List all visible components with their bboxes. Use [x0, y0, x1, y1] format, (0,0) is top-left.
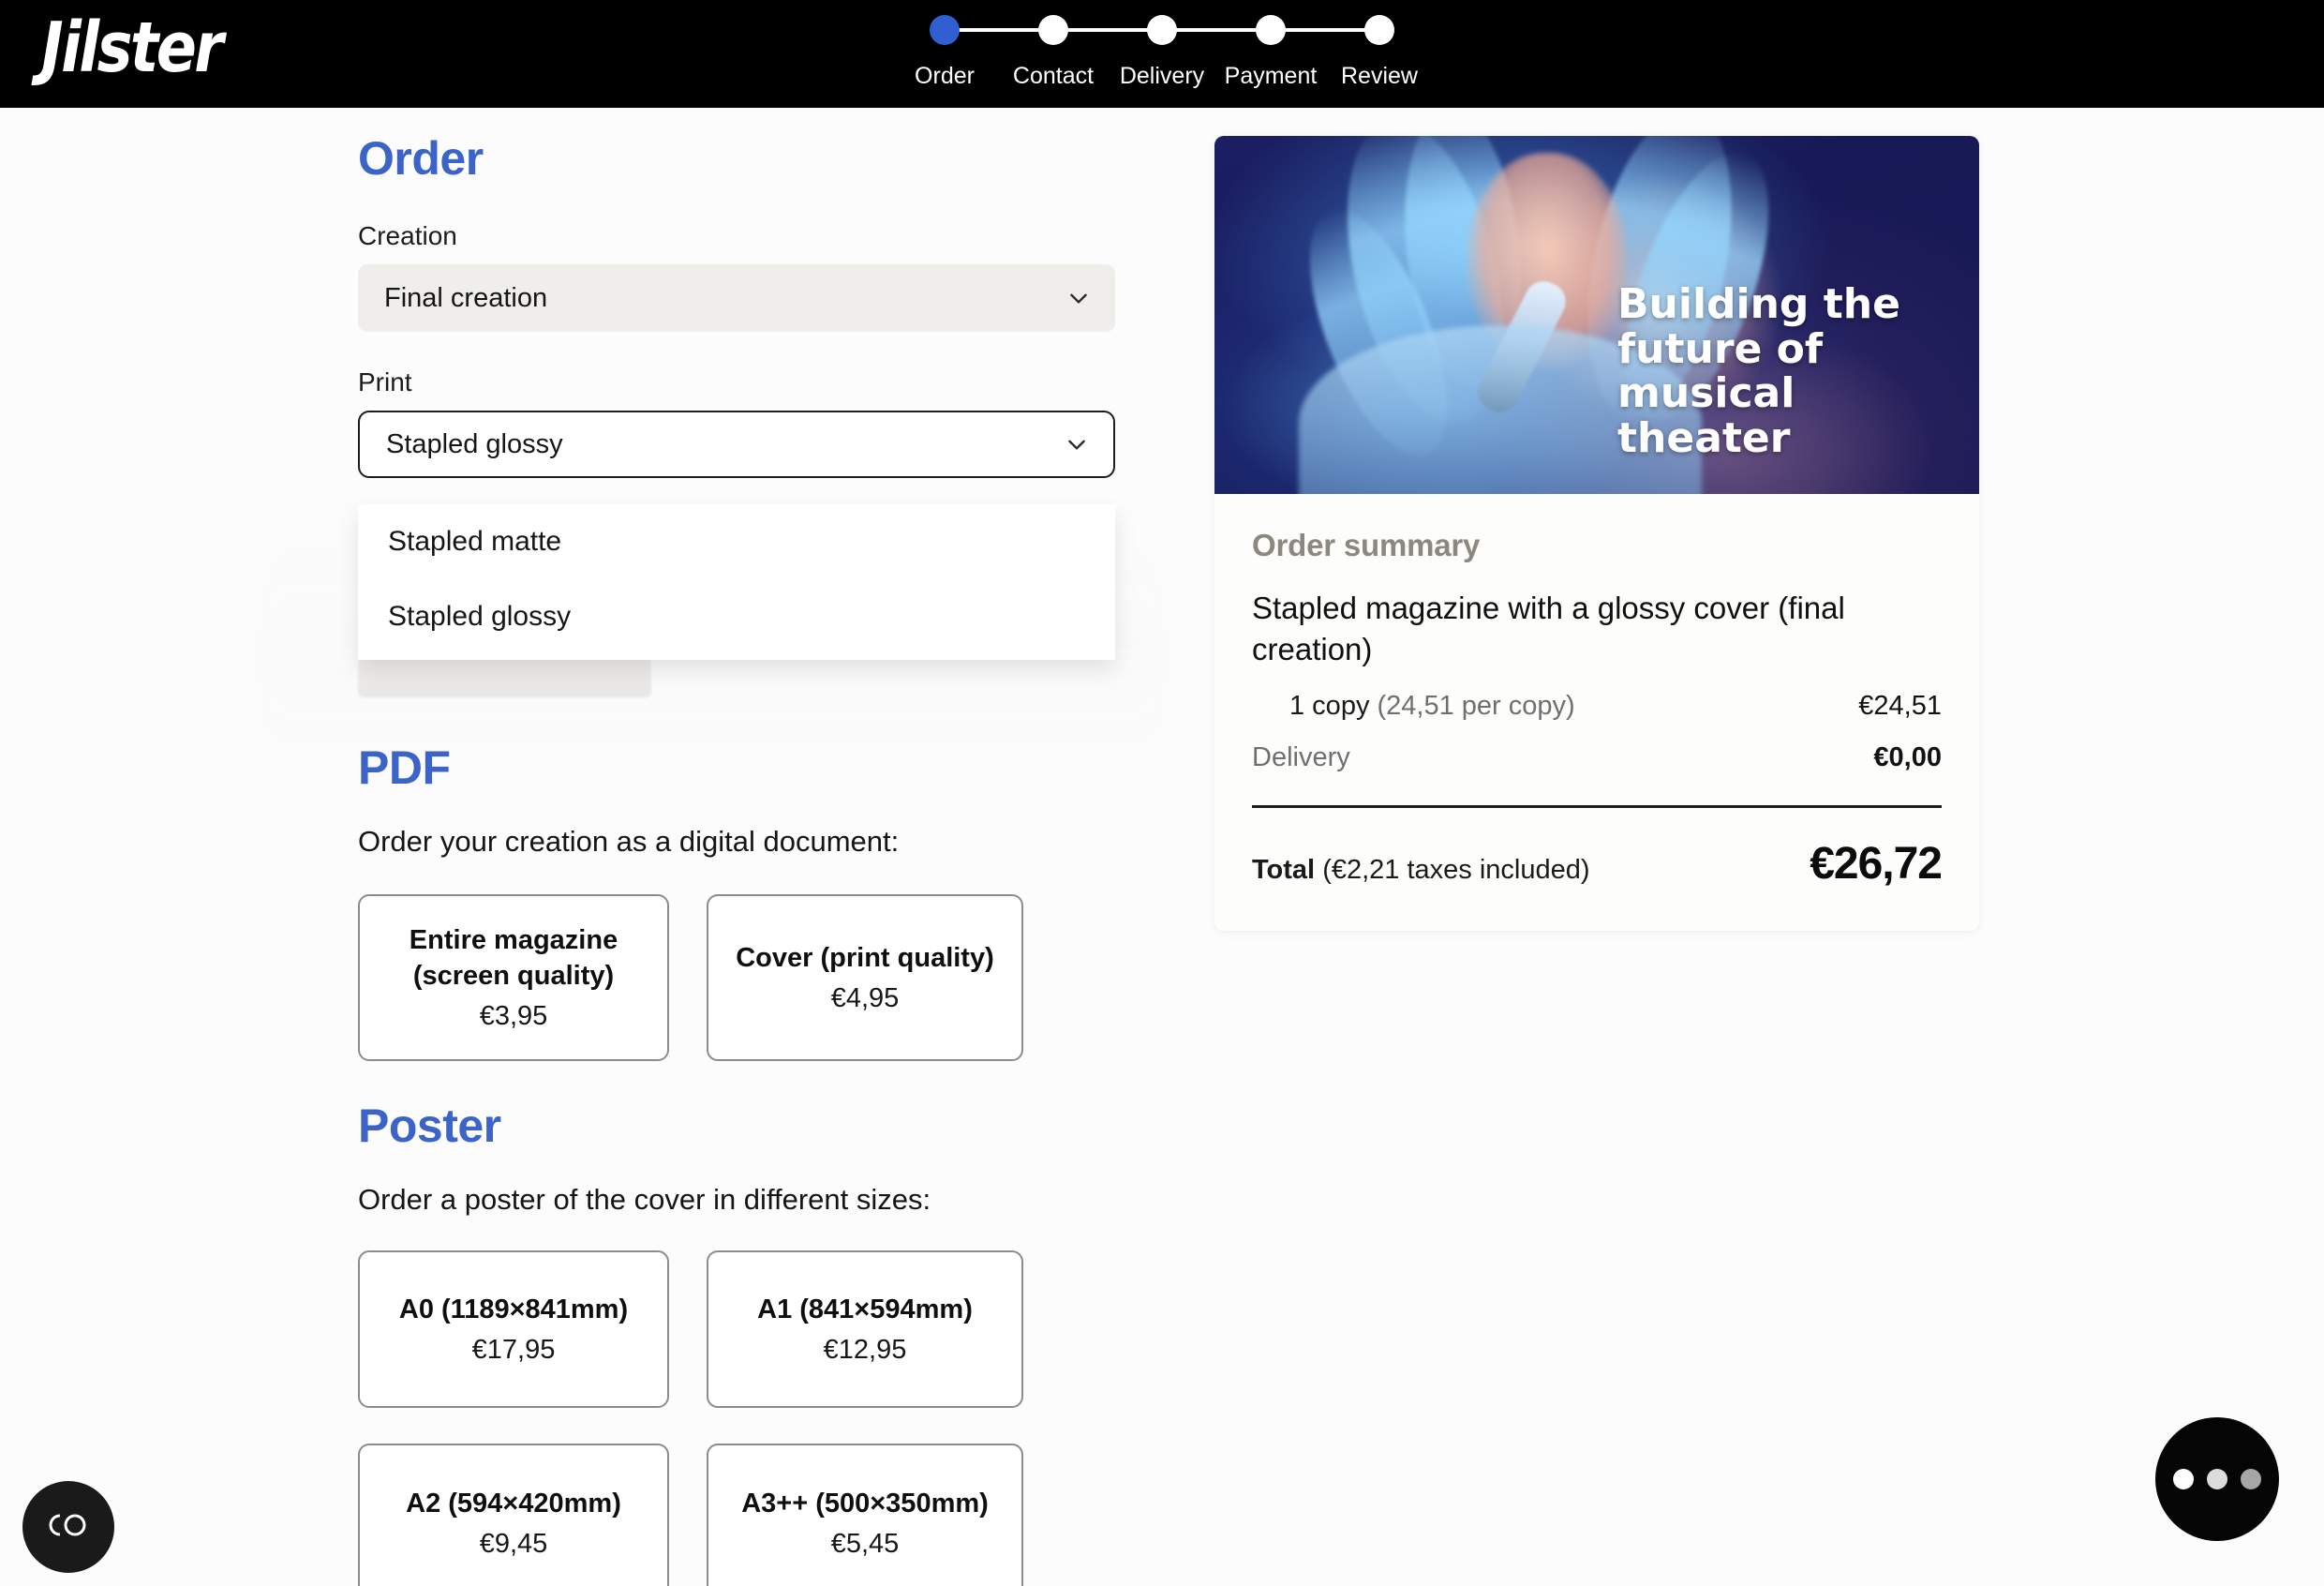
summary-row-total: Total (€2,21 taxes included) €26,72	[1252, 838, 1943, 890]
pdf-tile-price: €4,95	[830, 983, 900, 1014]
step-dot-review	[1364, 15, 1394, 45]
ellipsis-icon	[2241, 1469, 2261, 1489]
print-select[interactable]: Stapled glossy	[358, 411, 1115, 478]
order-summary-description: Stapled magazine with a glossy cover (fi…	[1252, 591, 1845, 667]
accessibility-widget-button[interactable]	[22, 1481, 114, 1573]
ellipsis-icon	[2173, 1469, 2194, 1489]
poster-tile-a0[interactable]: A0 (1189×841mm) €17,95	[358, 1250, 669, 1408]
order-section-title: Order	[358, 132, 484, 185]
step-payment[interactable]: Payment	[1216, 7, 1325, 90]
copies-note: (24,51 per copy)	[1377, 691, 1575, 722]
poster-tile-name: A2 (594×420mm)	[406, 1488, 621, 1519]
pdf-tile-name: Entire magazine (screen quality)	[409, 925, 618, 991]
step-dot-delivery	[1147, 15, 1177, 45]
print-select-options[interactable]: Stapled matte Stapled glossy	[358, 504, 1115, 660]
pdf-tile-cover[interactable]: Cover (print quality) €4,95	[707, 894, 1023, 1061]
step-label-payment: Payment	[1224, 63, 1318, 89]
step-delivery[interactable]: Delivery	[1108, 7, 1216, 90]
poster-section: Poster Order a poster of the cover in di…	[358, 1099, 1126, 1586]
total-label: Total	[1252, 855, 1316, 886]
summary-divider	[1252, 805, 1942, 809]
accessibility-toggle-icon	[44, 1511, 93, 1544]
summary-row-delivery: Delivery €0,00	[1252, 742, 1942, 773]
summary-row-copies: 1 copy (24,51 per copy) €24,51	[1252, 691, 1942, 722]
print-select-value: Stapled glossy	[386, 428, 563, 459]
chat-widget-button[interactable]	[2155, 1417, 2279, 1541]
total-amount: €26,72	[1810, 839, 1943, 890]
magazine-cover-preview: Building the future of musical theater	[1214, 136, 1979, 494]
creation-field-label: Creation	[358, 221, 457, 250]
cover-headline: Building the future of musical theater	[1617, 280, 1900, 462]
step-label-contact: Contact	[1012, 63, 1095, 89]
pdf-tile-entire-magazine[interactable]: Entire magazine (screen quality) €3,95	[358, 894, 669, 1061]
copies-label: 1 copy	[1289, 691, 1370, 722]
order-summary-body: Order summary Stapled magazine with a gl…	[1214, 494, 1979, 931]
order-summary-card: Building the future of musical theater O…	[1214, 136, 1979, 932]
poster-tile-a2[interactable]: A2 (594×420mm) €9,45	[358, 1444, 669, 1586]
step-dot-order	[930, 15, 960, 45]
jilster-logo[interactable]: Jilster	[41, 13, 224, 82]
poster-tile-price: €17,95	[471, 1335, 556, 1366]
poster-tile-name: A0 (1189×841mm)	[398, 1294, 629, 1324]
order-summary-heading: Order summary	[1252, 528, 1481, 562]
print-option-stapled-matte[interactable]: Stapled matte	[358, 504, 1115, 579]
step-order[interactable]: Order	[890, 7, 999, 90]
poster-tile-price: €5,45	[830, 1529, 900, 1560]
step-contact[interactable]: Contact	[999, 7, 1108, 90]
print-option-stapled-glossy[interactable]: Stapled glossy	[358, 579, 1115, 654]
delivery-amount: €0,00	[1873, 742, 1942, 773]
creation-select[interactable]: Final creation	[358, 264, 1115, 332]
step-dot-contact	[1038, 15, 1068, 45]
step-dot-payment	[1256, 15, 1286, 45]
pdf-section-title: PDF	[358, 741, 451, 794]
poster-tile-name: A1 (841×594mm)	[757, 1294, 973, 1324]
order-form-column: Order Creation Final creation Print Stap…	[358, 131, 1126, 478]
poster-section-title: Poster	[358, 1100, 501, 1152]
step-review[interactable]: Review	[1325, 7, 1434, 90]
step-label-review: Review	[1341, 63, 1418, 89]
chevron-down-icon	[1065, 432, 1089, 456]
pdf-tile-name: Cover (print quality)	[736, 942, 994, 973]
poster-tile-a3pp[interactable]: A3++ (500×350mm) €5,45	[707, 1444, 1023, 1586]
ellipsis-icon	[2207, 1469, 2227, 1489]
creation-select-value: Final creation	[384, 282, 548, 313]
total-note: (€2,21 taxes included)	[1322, 855, 1590, 886]
pdf-section-description: Order your creation as a digital documen…	[358, 825, 900, 858]
poster-tile-price: €12,95	[823, 1335, 907, 1366]
poster-tile-price: €9,45	[479, 1529, 548, 1560]
checkout-stepper: Order Contact Delivery Payment Review	[890, 7, 1434, 101]
poster-section-description: Order a poster of the cover in different…	[358, 1183, 931, 1216]
delivery-label: Delivery	[1252, 742, 1350, 773]
chevron-down-icon	[1066, 286, 1091, 310]
poster-tile-name: A3++ (500×350mm)	[741, 1488, 989, 1519]
copies-amount: €24,51	[1858, 691, 1942, 722]
pdf-tile-price: €3,95	[479, 1000, 548, 1031]
step-label-delivery: Delivery	[1119, 63, 1205, 89]
obscured-field	[358, 658, 651, 697]
site-header: Jilster Order Contact Delivery Payment R…	[0, 0, 2324, 108]
pdf-section: PDF Order your creation as a digital doc…	[358, 741, 1126, 1061]
step-label-order: Order	[915, 63, 975, 89]
poster-tile-a1[interactable]: A1 (841×594mm) €12,95	[707, 1250, 1023, 1408]
print-field-label: Print	[358, 367, 412, 396]
order-page: Jilster Order Contact Delivery Payment R…	[0, 0, 2324, 1586]
